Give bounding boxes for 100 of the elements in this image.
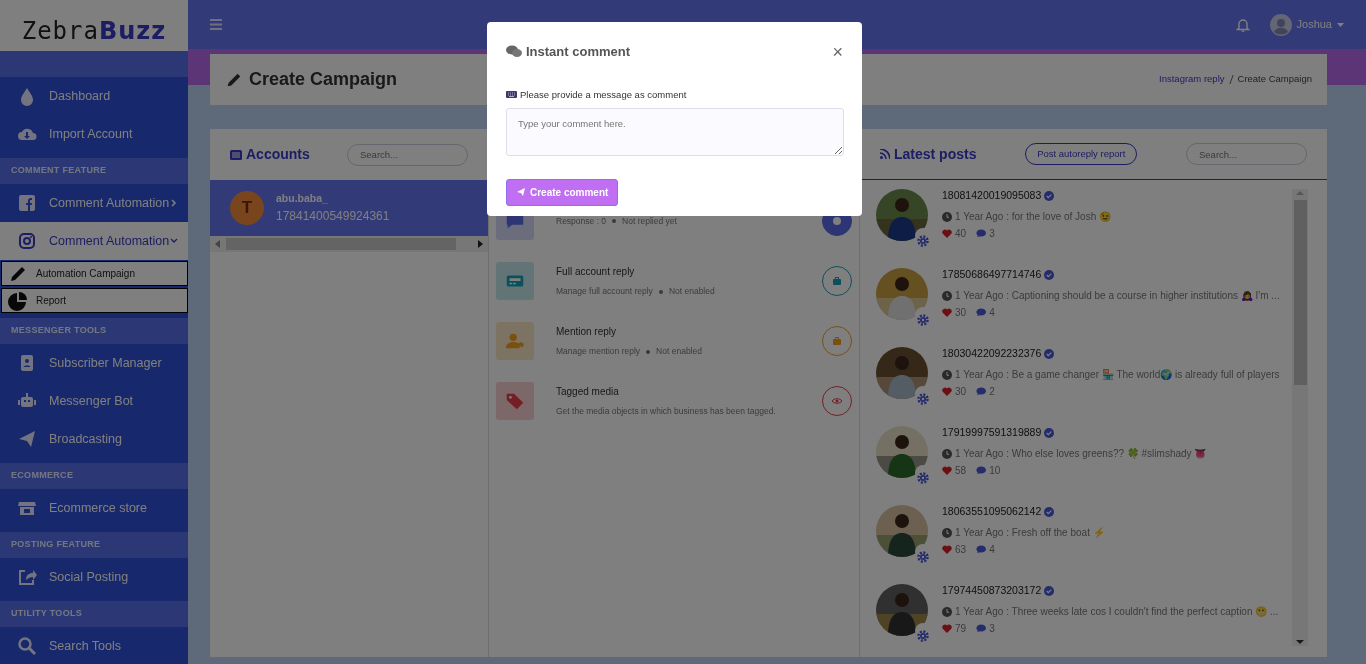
instagram-icon [17, 231, 37, 251]
panel-title: Latest posts [880, 143, 977, 165]
breadcrumb-current: Create Campaign [1237, 72, 1312, 87]
verified-icon [1044, 270, 1055, 280]
heart-icon [942, 308, 952, 317]
section-heading: UTILITY TOOLS [11, 607, 83, 621]
post-id: 17850686497714746 [942, 267, 1042, 283]
caret-icon [1337, 22, 1344, 27]
comment-icon [976, 308, 987, 317]
post-caption: 1 Year Ago : Who else loves greens?? 🍀 #slimshady 👅 [955, 447, 1207, 461]
section-heading: COMMENT FEATURE [11, 164, 107, 178]
breadcrumb-link[interactable]: Instagram reply [1159, 72, 1225, 87]
create-comment-button[interactable]: Create comment [506, 178, 619, 206]
field-label: Please provide a message as comment [520, 87, 687, 102]
comment-count: 3 [989, 622, 995, 636]
comment-icon [976, 545, 987, 554]
sidebar-item[interactable]: Social Posting [0, 558, 188, 596]
clock-icon [942, 448, 952, 459]
sidebar-item[interactable]: Comment Automation [0, 184, 188, 222]
like-count: 30 [955, 385, 967, 399]
sidebar-item[interactable]: Comment Automation [0, 222, 188, 260]
search-icon [17, 636, 37, 656]
page-title: Create Campaign [249, 68, 398, 91]
verified-icon [1044, 428, 1055, 438]
sidebar-item[interactable]: Subscriber Manager [0, 344, 188, 382]
verified-icon [1044, 191, 1055, 201]
comment-icon [976, 466, 987, 475]
feature-status: Not replied yet [622, 214, 677, 228]
sidebar-item[interactable]: Broadcasting [0, 420, 188, 458]
close-button[interactable]: × [832, 42, 843, 61]
post-caption: 1 Year Ago : for the love of Josh 😉 [955, 210, 1111, 224]
like-count: 79 [955, 622, 967, 636]
heart-icon [942, 387, 952, 396]
sidebar-item[interactable]: Messenger Bot [0, 382, 188, 420]
post-id: 18063551095062142 [942, 504, 1042, 520]
comment-icon [976, 624, 987, 633]
comment-count: 4 [989, 306, 995, 320]
like-count: 58 [955, 464, 967, 478]
gear-icon[interactable] [915, 627, 931, 644]
gear-icon[interactable] [915, 390, 931, 407]
sidebar-item[interactable]: Search Tools [0, 627, 188, 664]
chevron-right-icon [170, 199, 179, 207]
user-avatar-icon [1269, 13, 1292, 36]
post-id: 18030422092232376 [942, 346, 1042, 362]
keyboard-icon [506, 91, 517, 99]
verified-icon [1044, 349, 1055, 359]
gear-icon[interactable] [915, 469, 931, 486]
scrollbar-thumb[interactable] [1293, 200, 1307, 385]
gear-icon[interactable] [915, 311, 931, 328]
scroll-up-icon[interactable] [1296, 189, 1304, 197]
post-id: 18081420019095083 [942, 189, 1042, 204]
account-item[interactable]: T abu.baba_ 17841400549924361 [210, 180, 488, 236]
section-heading: POSTING FEATURE [11, 538, 101, 552]
bell-icon[interactable] [1235, 17, 1250, 32]
feature-title: Full account reply [556, 265, 636, 280]
verified-icon [1044, 507, 1055, 517]
feature-title: Mention reply [556, 325, 618, 340]
comment-count: 3 [989, 227, 995, 241]
menu-icon[interactable] [210, 19, 222, 30]
verified-icon [1044, 586, 1055, 596]
gear-icon[interactable] [915, 232, 931, 249]
list-icon [230, 149, 242, 160]
modal-title: Instant comment [506, 42, 630, 62]
comment-count: 10 [989, 464, 1001, 478]
feature-title: Tagged media [556, 385, 620, 400]
sidebar-item[interactable]: Ecommerce store [0, 489, 188, 527]
chevron-down-icon [170, 237, 179, 245]
account-name: abu.baba_ [276, 191, 329, 207]
gear-icon[interactable] [915, 548, 931, 565]
comment-field[interactable]: Type your comment here. [506, 107, 844, 156]
section-heading: MESSENGER TOOLS [11, 324, 107, 338]
comment-icon [976, 229, 987, 238]
sidebar-item[interactable]: Import Account [0, 115, 188, 153]
section-heading: ECOMMERCE [11, 469, 74, 483]
account-id: 17841400549924361 [276, 207, 390, 225]
comment-icon [976, 387, 987, 396]
submenu-item[interactable]: Report [1, 288, 188, 313]
scroll-down-icon[interactable] [1296, 638, 1304, 646]
paper-plane-icon [17, 429, 37, 449]
clock-icon [942, 606, 952, 617]
sidebar-item[interactable]: Dashboard [0, 77, 188, 115]
user-menu[interactable]: Joshua [1269, 13, 1344, 36]
clock-icon [942, 211, 952, 222]
post-caption: 1 Year Ago : Captioning should be a course in higher institutions 🙇‍♀ I'm ... [955, 289, 1280, 303]
search-field[interactable]: Search... [347, 143, 468, 166]
heart-icon [942, 624, 952, 633]
submenu-item[interactable]: Automation Campaign [1, 261, 188, 286]
eye-icon [831, 395, 843, 407]
feature-status: Not enabled [656, 345, 702, 358]
search-field[interactable]: Search... [1186, 143, 1307, 165]
comment-count: 2 [989, 385, 995, 399]
rss-icon [880, 149, 890, 159]
clock-icon [942, 527, 952, 538]
account-avatar: T [230, 191, 264, 225]
feature-status: Not enabled [668, 285, 715, 298]
heart-icon [942, 466, 952, 475]
briefcase-icon [831, 335, 843, 347]
facebook-icon [17, 193, 37, 213]
post-id: 17974450873203172 [942, 583, 1042, 599]
feature-description: Manage mention reply [556, 345, 641, 358]
